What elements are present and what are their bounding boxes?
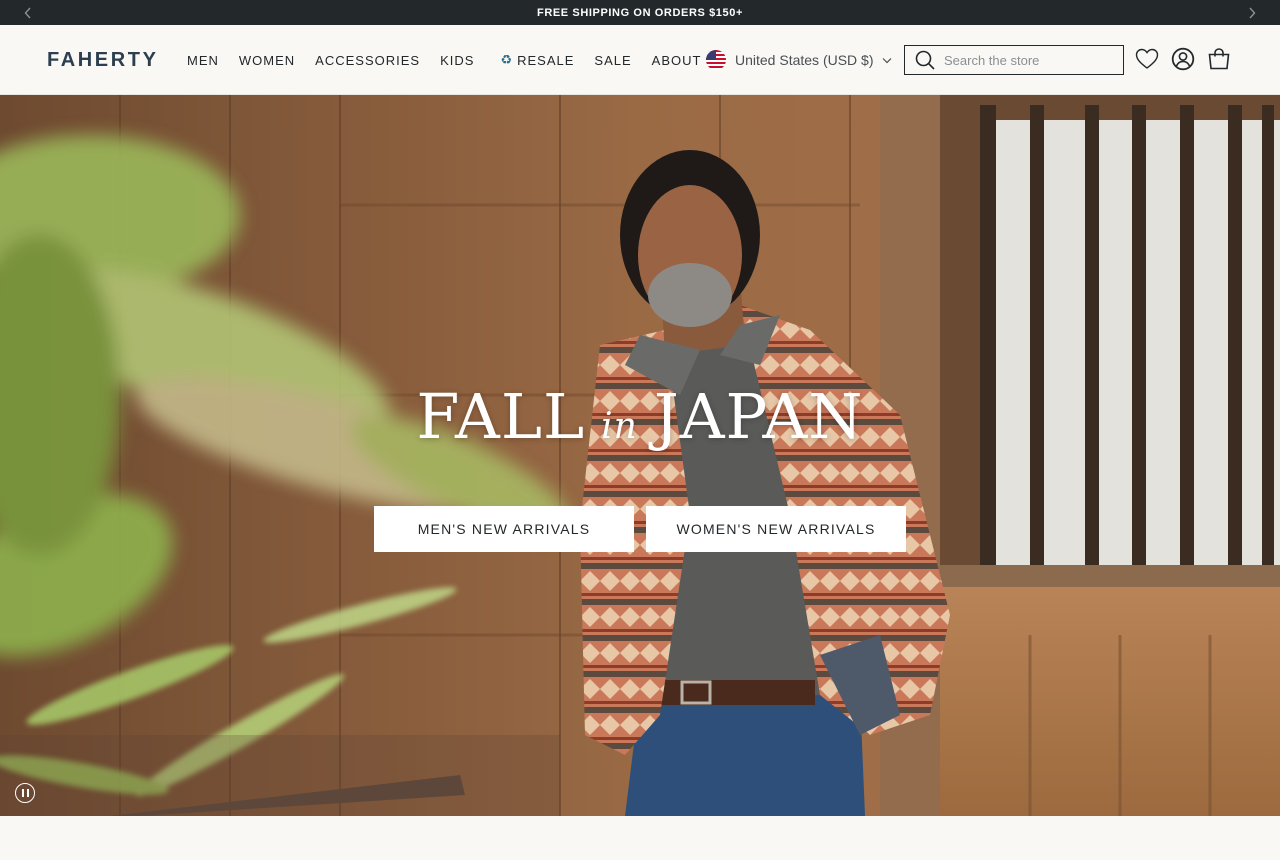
account-icon (1171, 47, 1195, 71)
main-nav: MEN WOMEN ACCESSORIES KIDS ♻ RESALE SALE… (187, 25, 721, 95)
shopping-bag-icon (1208, 48, 1230, 70)
announcement-text: FREE SHIPPING ON ORDERS $150+ (537, 6, 743, 19)
country-label: United States (USD $) (735, 52, 874, 68)
wishlist-button[interactable] (1134, 46, 1160, 72)
hero-headline-left: FALL (416, 380, 586, 453)
page-below-hero (0, 816, 1280, 860)
mens-new-arrivals-button[interactable]: MEN'S NEW ARRIVALS (374, 506, 634, 552)
chevron-right-icon (1249, 7, 1256, 18)
hero-image (0, 95, 1280, 816)
nav-item-women[interactable]: WOMEN (239, 53, 295, 68)
hero-headline-right: JAPAN (653, 380, 864, 453)
nav-item-about[interactable]: ABOUT (652, 53, 702, 68)
chevron-down-icon (882, 57, 891, 63)
recycle-icon: ♻ (500, 52, 514, 67)
nav-item-kids[interactable]: KIDS (440, 53, 474, 68)
hero-headline-mid: in (601, 406, 638, 447)
heart-icon (1135, 48, 1159, 69)
us-flag-icon (706, 50, 726, 70)
search-box[interactable] (904, 45, 1124, 75)
announcement-bar: FREE SHIPPING ON ORDERS $150+ (0, 0, 1280, 25)
cart-button[interactable] (1206, 46, 1232, 72)
account-button[interactable] (1170, 46, 1196, 72)
nav-item-resale-label: RESALE (517, 52, 575, 68)
womens-new-arrivals-button[interactable]: WOMEN'S NEW ARRIVALS (646, 506, 906, 552)
pause-icon (21, 789, 24, 797)
hero-banner: FALL in JAPAN MEN'S NEW ARRIVALS WOMEN'S N… (0, 95, 1280, 816)
nav-item-resale[interactable]: ♻ RESALE (500, 52, 574, 68)
nav-item-accessories[interactable]: ACCESSORIES (315, 53, 420, 68)
country-selector[interactable]: United States (USD $) (706, 25, 892, 95)
nav-item-men[interactable]: MEN (187, 53, 219, 68)
hero-cta-row: MEN'S NEW ARRIVALS WOMEN'S NEW ARRIVALS (374, 506, 906, 552)
search-icon (915, 50, 935, 70)
announcement-prev-button[interactable] (16, 0, 40, 25)
nav-item-sale[interactable]: SALE (594, 53, 631, 68)
brand-logo[interactable]: FAHERTY (47, 49, 159, 72)
announcement-next-button[interactable] (1240, 0, 1264, 25)
search-input[interactable] (944, 52, 1114, 68)
hero-headline: FALL in JAPAN (0, 380, 1280, 453)
chevron-left-icon (24, 7, 31, 18)
pause-button[interactable] (15, 783, 35, 803)
site-header: FAHERTY MEN WOMEN ACCESSORIES KIDS ♻ RES… (0, 25, 1280, 95)
